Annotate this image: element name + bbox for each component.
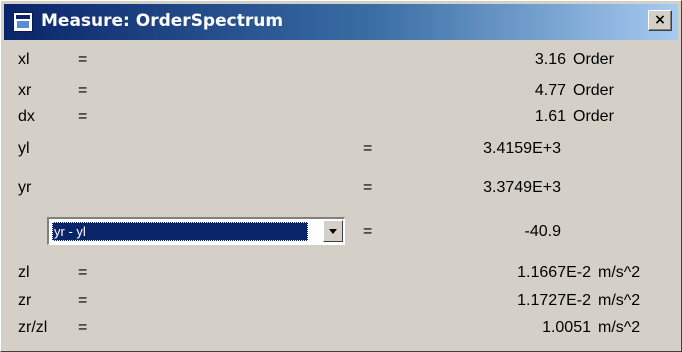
- window-icon: [13, 12, 33, 32]
- row-yr: yr = 3.3749E+3: [1, 176, 682, 200]
- unit-dx: Order: [573, 108, 614, 125]
- value-zr: 1.1727E-2: [517, 292, 591, 309]
- window-icon-bar: [16, 15, 30, 19]
- value-yr: 3.3749E+3: [483, 179, 561, 196]
- window-title: Measure: OrderSpectrum: [41, 11, 284, 31]
- value-dx: 1.61: [534, 108, 566, 125]
- unit-zrzl: m/s^2: [598, 319, 641, 336]
- label-xr: xr: [18, 82, 32, 99]
- value-calc: -40.9: [524, 223, 561, 240]
- value-xl: 3.16: [534, 51, 566, 68]
- label-dx: dx: [18, 108, 35, 125]
- label-zrzl: zr/zl: [18, 319, 48, 336]
- equals-zrzl: =: [78, 319, 88, 336]
- equals-dx: =: [78, 108, 88, 125]
- equals-xr: =: [78, 82, 88, 99]
- equals-calc: =: [363, 223, 373, 240]
- unit-zl: m/s^2: [598, 264, 641, 281]
- row-zr: zr = 1.1727E-2 m/s^2: [1, 289, 682, 313]
- unit-xl: Order: [573, 51, 614, 68]
- row-zrzl: zr/zl = 1.0051 m/s^2: [1, 316, 682, 340]
- unit-xr: Order: [573, 82, 614, 99]
- label-zr: zr: [18, 292, 32, 309]
- row-xr: xr = 4.77 Order: [1, 79, 682, 103]
- value-zrzl: 1.0051: [542, 319, 591, 336]
- value-zl: 1.1667E-2: [517, 264, 591, 281]
- row-calc: = -40.9: [1, 220, 682, 244]
- equals-yr: =: [363, 179, 373, 196]
- title-bar[interactable]: Measure: OrderSpectrum: [4, 4, 678, 40]
- value-yl: 3.4159E+3: [483, 140, 561, 157]
- label-zl: zl: [18, 264, 30, 281]
- window-icon-pane: [17, 21, 29, 28]
- row-yl: yl = 3.4159E+3: [1, 137, 682, 161]
- close-icon: ×: [654, 12, 666, 28]
- unit-zr: m/s^2: [598, 292, 641, 309]
- value-xr: 4.77: [534, 82, 566, 99]
- row-dx: dx = 1.61 Order: [1, 105, 682, 129]
- measure-window: Measure: OrderSpectrum × xl = 3.16 Order…: [0, 0, 682, 352]
- label-yl: yl: [18, 140, 30, 157]
- equals-xl: =: [78, 51, 88, 68]
- row-zl: zl = 1.1667E-2 m/s^2: [1, 261, 682, 285]
- equals-zl: =: [78, 264, 88, 281]
- equals-yl: =: [363, 140, 373, 157]
- equals-zr: =: [78, 292, 88, 309]
- label-xl: xl: [18, 51, 30, 68]
- row-xl: xl = 3.16 Order: [1, 48, 682, 72]
- close-button[interactable]: ×: [648, 10, 672, 31]
- label-yr: yr: [18, 179, 32, 196]
